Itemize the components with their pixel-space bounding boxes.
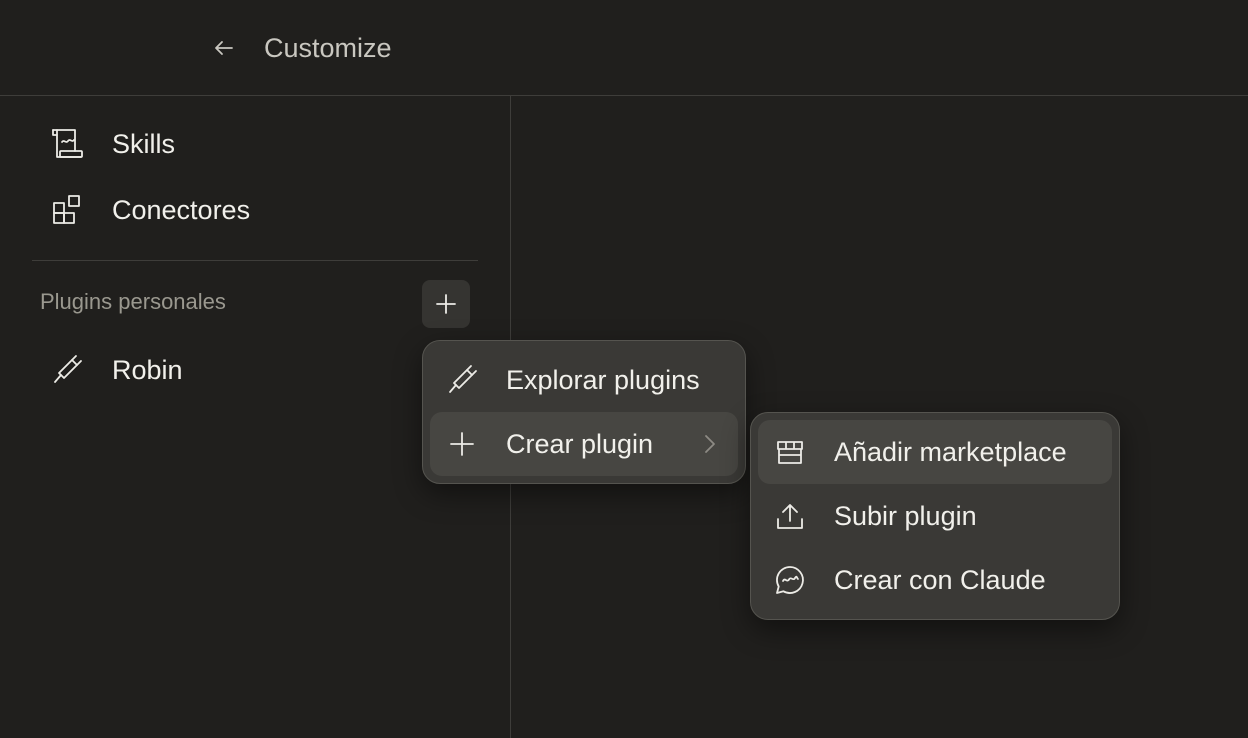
scroll-icon bbox=[44, 126, 90, 162]
plus-icon bbox=[430, 412, 494, 476]
page-title: Customize bbox=[264, 33, 392, 63]
store-icon bbox=[758, 420, 822, 484]
blocks-icon bbox=[44, 192, 90, 228]
menu-item-label: Crear plugin bbox=[506, 428, 654, 459]
divider bbox=[32, 260, 478, 261]
menu-item-crear-con-claude[interactable]: Crear con Claude bbox=[758, 548, 1112, 612]
header: Customize bbox=[0, 0, 1248, 96]
create-plugin-submenu: Añadir marketplace Subir plugin Crear co… bbox=[750, 412, 1120, 620]
chat-bubble-icon bbox=[758, 548, 822, 612]
menu-item-label: Crear con Claude bbox=[834, 564, 1046, 595]
plug-icon bbox=[44, 352, 90, 388]
sidebar-item-conectores[interactable]: Conectores bbox=[44, 187, 250, 233]
plugin-menu: Explorar plugins Crear plugin bbox=[422, 340, 746, 484]
arrow-left-icon bbox=[212, 36, 236, 60]
sidebar-item-label: Robin bbox=[112, 354, 183, 385]
chevron-right-icon bbox=[698, 432, 722, 456]
menu-item-anadir-marketplace[interactable]: Añadir marketplace bbox=[758, 420, 1112, 484]
menu-item-label: Subir plugin bbox=[834, 500, 977, 531]
menu-item-label: Añadir marketplace bbox=[834, 436, 1067, 467]
back-button[interactable] bbox=[204, 30, 244, 66]
add-plugin-button[interactable] bbox=[422, 280, 470, 328]
menu-item-explorar-plugins[interactable]: Explorar plugins bbox=[430, 348, 738, 412]
upload-icon bbox=[758, 484, 822, 548]
sidebar-item-label: Conectores bbox=[112, 194, 251, 225]
menu-item-label: Explorar plugins bbox=[506, 364, 700, 395]
plug-icon bbox=[430, 348, 494, 412]
sidebar-item-robin[interactable]: Robin bbox=[44, 347, 183, 393]
sidebar-item-skills[interactable]: Skills bbox=[44, 121, 175, 167]
menu-item-crear-plugin[interactable]: Crear plugin bbox=[430, 412, 738, 476]
menu-item-subir-plugin[interactable]: Subir plugin bbox=[758, 484, 1112, 548]
plus-icon bbox=[434, 292, 458, 316]
sidebar-item-label: Skills bbox=[112, 128, 176, 159]
section-label: Plugins personales bbox=[40, 289, 226, 314]
